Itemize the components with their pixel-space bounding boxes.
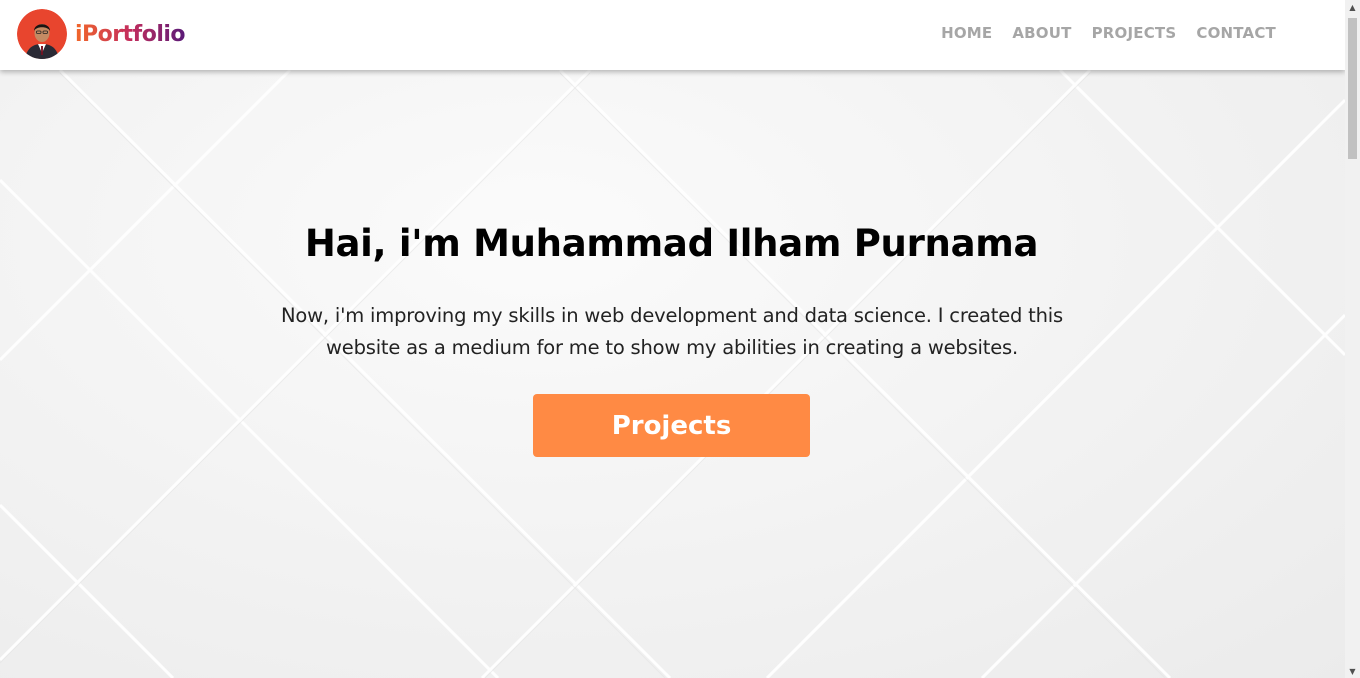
nav-menu: HOME ABOUT PROJECTS CONTACT [941, 24, 1276, 42]
scroll-thumb[interactable] [1348, 18, 1357, 159]
page-content: iPortfolio HOME ABOUT PROJECTS CONTACT H… [0, 0, 1345, 678]
projects-button[interactable]: Projects [533, 394, 810, 457]
nav-link-contact[interactable]: CONTACT [1196, 24, 1276, 42]
brand[interactable]: iPortfolio [17, 9, 186, 59]
hero-title: Hai, i'm Muhammad Ilham Purnama [304, 222, 1039, 265]
navbar: iPortfolio HOME ABOUT PROJECTS CONTACT [0, 0, 1345, 70]
nav-link-home[interactable]: HOME [941, 24, 992, 42]
avatar [17, 9, 67, 59]
brand-name: iPortfolio [75, 21, 186, 47]
scroll-down-icon[interactable]: ▼ [1345, 664, 1360, 678]
nav-link-about[interactable]: ABOUT [1012, 24, 1071, 42]
hero-description: Now, i'm improving my skills in web deve… [281, 304, 1063, 359]
hero-section: Hai, i'm Muhammad Ilham Purnama Now, i'm… [0, 0, 1345, 678]
scroll-up-icon[interactable]: ▲ [1345, 0, 1360, 14]
scrollbar[interactable]: ▲ ▼ [1345, 0, 1360, 678]
page: iPortfolio HOME ABOUT PROJECTS CONTACT H… [0, 0, 1360, 678]
nav-link-projects[interactable]: PROJECTS [1092, 24, 1177, 42]
profile-photo-icon [17, 9, 67, 59]
